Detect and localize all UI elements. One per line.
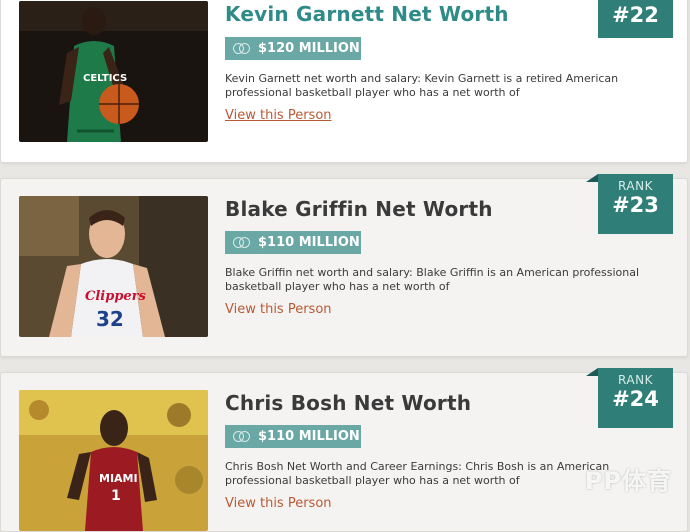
net-worth-value: $120 MILLION: [258, 41, 360, 56]
player-photo-image: Clippers 32: [19, 196, 208, 337]
rank-number: #22: [612, 3, 659, 27]
person-card: Clippers 32 Blake Griffin Net Worth $110…: [0, 174, 688, 357]
rank-label: RANK: [618, 179, 653, 193]
rank-ribbon: RANK #24: [586, 368, 673, 428]
player-photo-image: CELTICS: [19, 1, 208, 142]
net-worth-value: $110 MILLION: [258, 235, 360, 250]
person-photo[interactable]: MIAMI 1: [19, 390, 208, 531]
rank-number: #24: [612, 387, 659, 411]
rank-number: #23: [612, 193, 659, 217]
coins-icon: [233, 42, 251, 55]
person-photo[interactable]: Clippers 32: [19, 196, 208, 337]
svg-text:Clippers: Clippers: [85, 289, 147, 304]
net-worth-value: $110 MILLION: [258, 429, 360, 444]
watermark-logo: PP体育: [584, 467, 672, 495]
view-person-link[interactable]: View this Person: [225, 302, 332, 317]
svg-text:32: 32: [96, 307, 124, 331]
rank-ribbon: RANK #23: [586, 174, 673, 234]
rank-ribbon: #22: [598, 0, 673, 38]
coins-icon: [233, 236, 251, 249]
person-card: MIAMI 1 Chris Bosh Net Worth $110 MILLIO…: [0, 368, 688, 532]
net-worth-badge: $110 MILLION: [225, 425, 361, 448]
view-person-link[interactable]: View this Person: [225, 108, 332, 123]
svg-text:1: 1: [111, 488, 121, 504]
svg-text:CELTICS: CELTICS: [83, 73, 127, 84]
view-person-link[interactable]: View this Person: [225, 496, 332, 511]
coins-icon: [233, 430, 251, 443]
rank-label: RANK: [618, 373, 653, 387]
svg-text:MIAMI: MIAMI: [99, 472, 138, 485]
player-photo-image: MIAMI 1: [19, 390, 208, 531]
net-worth-badge: $110 MILLION: [225, 231, 361, 254]
person-name[interactable]: Chris Bosh Net Worth: [225, 391, 471, 415]
person-description: Kevin Garnett net worth and salary: Kevi…: [225, 72, 619, 99]
person-card: CELTICS Kevin Garnett Net Worth $120 MIL…: [0, 0, 688, 163]
person-photo[interactable]: CELTICS: [19, 1, 208, 142]
person-description: Blake Griffin net worth and salary: Blak…: [225, 266, 640, 293]
net-worth-badge: $120 MILLION: [225, 37, 361, 60]
person-name[interactable]: Blake Griffin Net Worth: [225, 197, 493, 221]
person-name[interactable]: Kevin Garnett Net Worth: [225, 2, 509, 26]
